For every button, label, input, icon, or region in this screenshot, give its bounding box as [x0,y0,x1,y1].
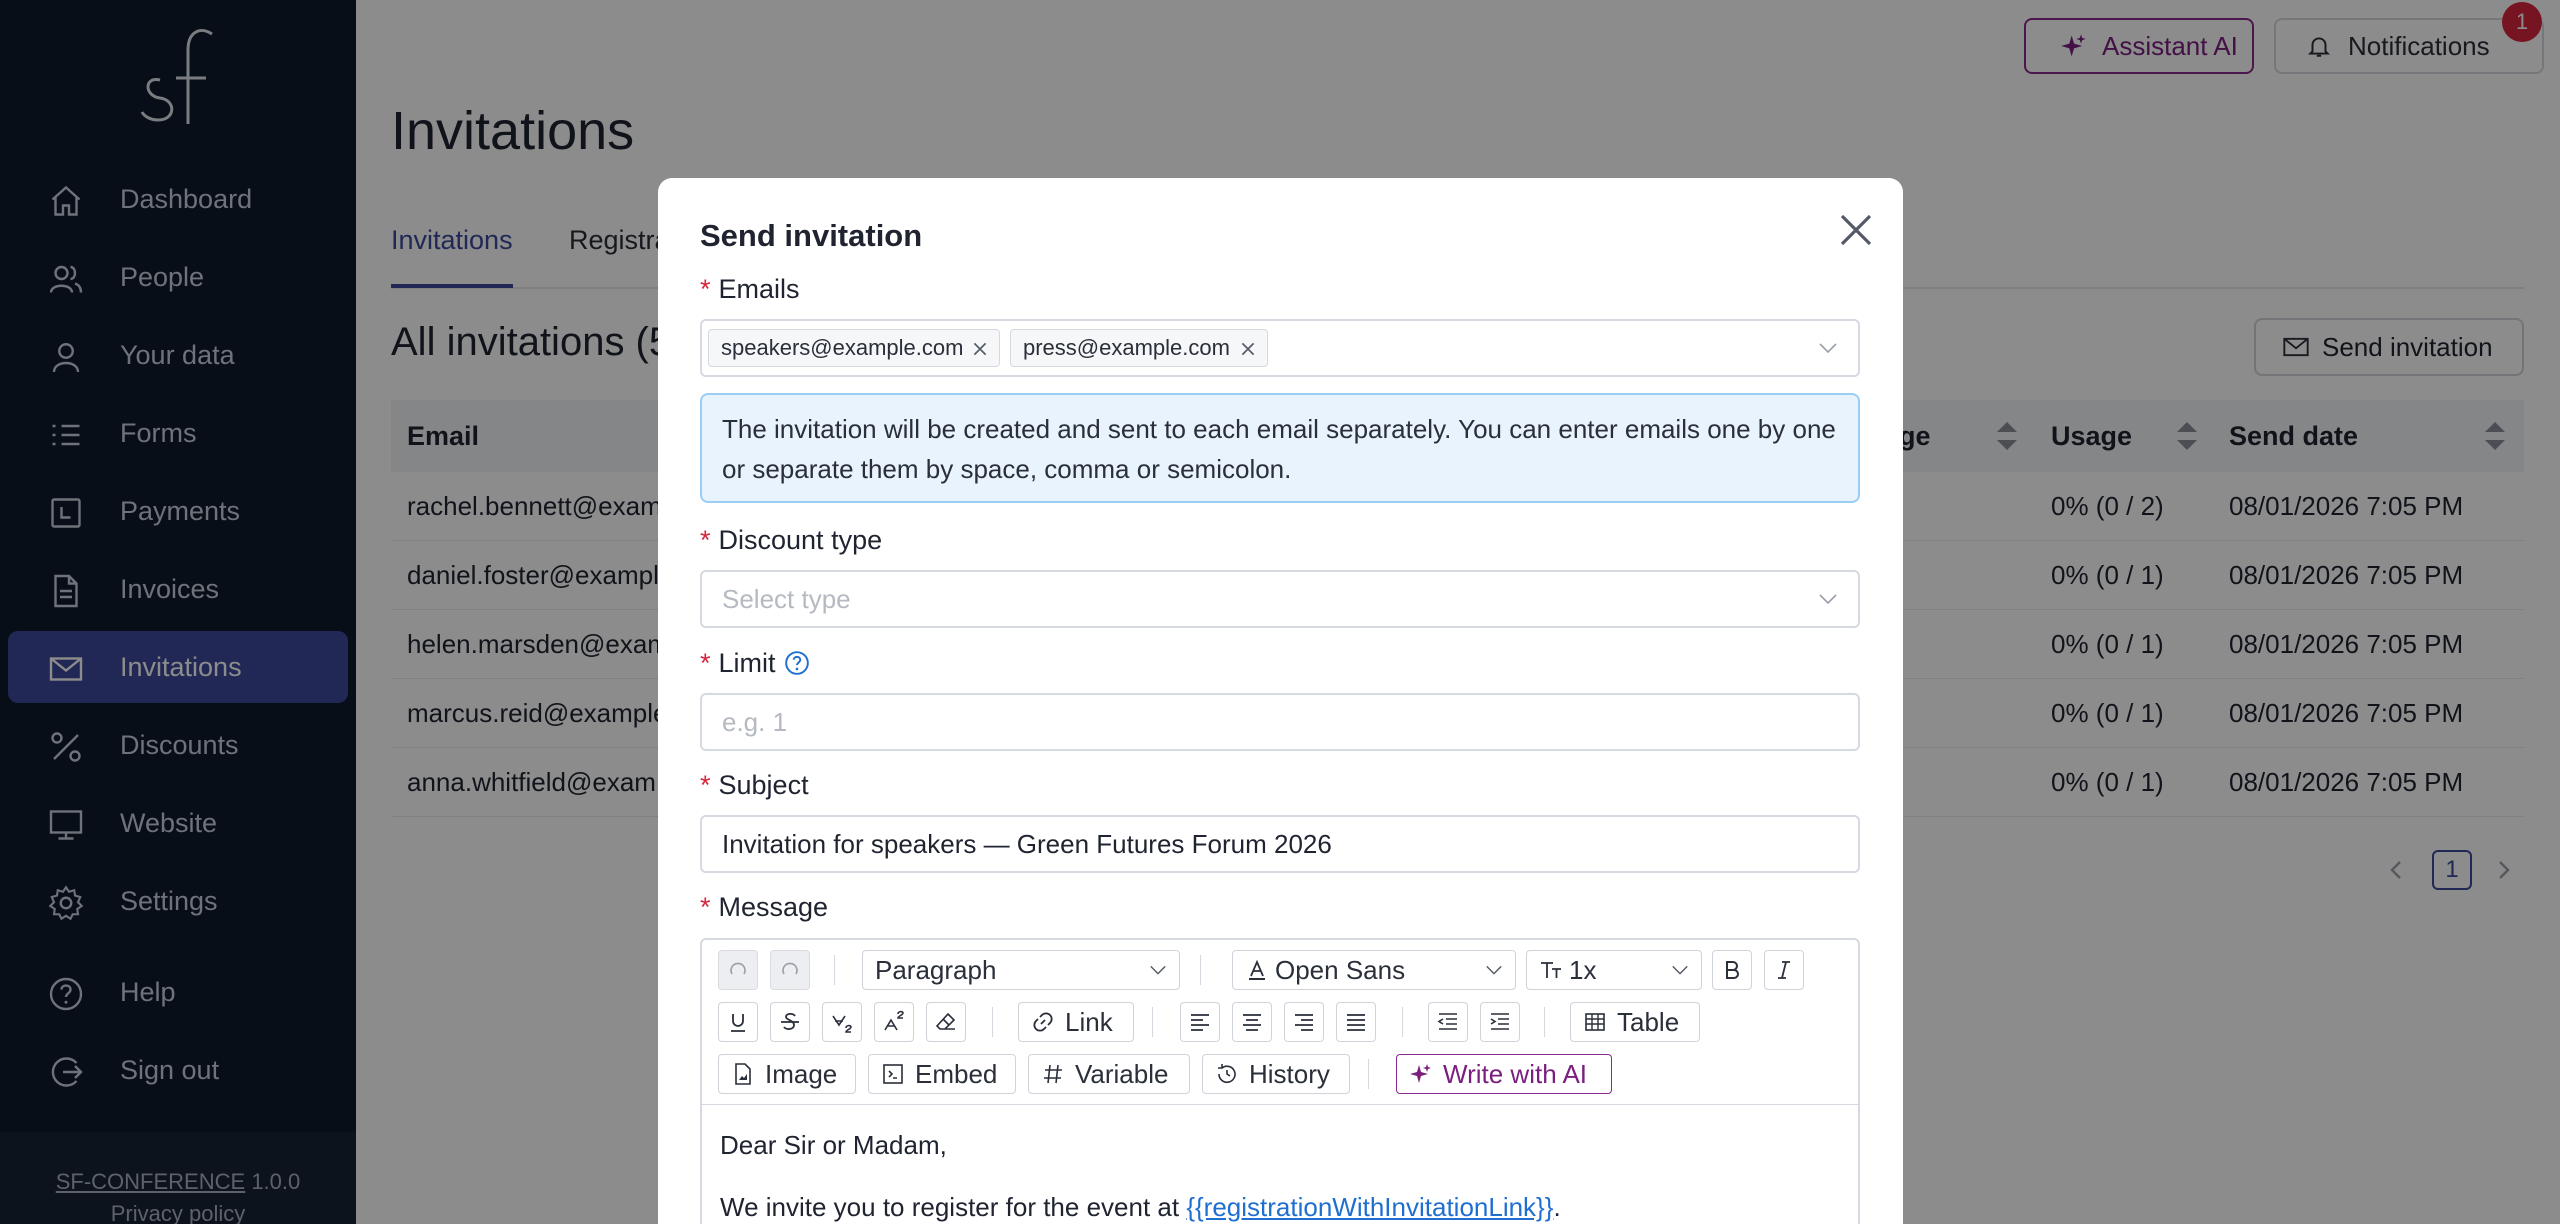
align-center-button[interactable] [1232,1002,1272,1042]
chevron-down-icon [1486,965,1502,975]
history-button[interactable]: History [1202,1054,1350,1094]
strikethrough-button[interactable] [770,1002,810,1042]
send-invitation-modal: Send invitation * Emails speakers@example… [658,178,1903,1224]
discount-type-select[interactable]: Select type [700,570,1860,628]
close-icon[interactable] [973,342,987,356]
subject-input[interactable]: Invitation for speakers — Green Futures … [700,815,1860,873]
embed-icon [883,1064,903,1084]
underline-button[interactable] [718,1002,758,1042]
strikethrough-icon [781,1012,799,1030]
emails-info-box: The invitation will be created and sent … [700,393,1860,503]
write-with-ai-button[interactable]: Write with AI [1396,1054,1612,1094]
close-icon[interactable] [1241,342,1255,356]
italic-button[interactable] [1764,950,1804,990]
chevron-down-icon [1672,965,1688,975]
toolbar-divider [1152,1007,1153,1037]
subscript-button[interactable] [822,1002,862,1042]
close-icon[interactable] [1836,210,1876,250]
help-icon[interactable] [784,650,810,676]
limit-label: * Limit [700,648,810,679]
toolbar-divider [1200,955,1201,985]
text-size-icon [1541,962,1561,978]
subscript-icon [832,1015,852,1033]
align-center-icon [1243,1014,1261,1031]
image-button[interactable]: Image [718,1054,856,1094]
bold-button[interactable] [1712,950,1752,990]
emails-select[interactable]: speakers@example.com press@example.com [700,319,1860,377]
align-right-button[interactable] [1284,1002,1324,1042]
bold-icon [1726,961,1739,979]
history-icon [1218,1064,1236,1084]
eraser-icon [935,1012,956,1030]
undo-button[interactable] [718,950,758,990]
indent-button[interactable] [1480,1002,1520,1042]
required-asterisk: * [700,892,711,922]
discount-type-placeholder: Select type [722,584,851,614]
clear-format-button[interactable] [926,1002,966,1042]
font-color-icon [1249,959,1265,980]
link-icon [1033,1012,1053,1032]
outdent-button[interactable] [1428,1002,1468,1042]
redo-icon [782,962,798,975]
variable-button[interactable]: Variable [1028,1054,1190,1094]
sparkle-icon [1410,1064,1431,1083]
font-size-select[interactable]: 1x [1526,950,1702,990]
toolbar-divider [1368,1059,1369,1089]
toolbar-divider [834,955,835,985]
editor-divider [702,1104,1858,1105]
align-justify-button[interactable] [1336,1002,1376,1042]
message-label: * Message [700,892,829,922]
required-asterisk: * [700,648,711,678]
hash-icon [1044,1064,1062,1084]
align-left-icon [1191,1014,1209,1031]
undo-icon [730,962,746,975]
redo-button[interactable] [770,950,810,990]
align-left-button[interactable] [1180,1002,1220,1042]
modal-title: Send invitation [700,218,923,253]
font-family-select[interactable]: Open Sans [1232,950,1516,990]
emails-label: * Emails [700,274,800,304]
superscript-button[interactable] [874,1002,914,1042]
chevron-down-icon [1150,965,1166,975]
italic-icon [1778,961,1790,979]
table-icon [1585,1013,1605,1031]
underline-icon [731,1014,745,1032]
table-button[interactable]: Table [1570,1002,1700,1042]
required-asterisk: * [700,770,711,800]
toolbar-divider [992,1007,993,1037]
indent-icon [1490,1013,1509,1030]
link-button[interactable]: Link [1018,1002,1134,1042]
chevron-down-icon[interactable] [1818,592,1838,606]
subject-label: * Subject [700,770,809,800]
limit-placeholder: e.g. 1 [722,707,788,737]
chevron-down-icon[interactable] [1818,341,1838,355]
embed-button[interactable]: Embed [868,1054,1016,1094]
align-justify-icon [1347,1014,1365,1031]
required-asterisk: * [700,274,711,304]
email-tag: press@example.com [1010,329,1268,367]
outdent-icon [1437,1013,1457,1030]
toolbar-divider [1544,1007,1545,1037]
image-icon [735,1063,751,1085]
align-right-icon [1295,1014,1313,1031]
limit-input[interactable]: e.g. 1 [700,693,1860,751]
message-body-line[interactable]: We invite you to register for the event … [720,1192,1561,1223]
discount-type-label: * Discount type [700,525,883,555]
message-editor: Paragraph Open Sans 1x Link Table Image … [700,938,1860,1224]
message-body-line[interactable]: Dear Sir or Madam, [720,1130,947,1161]
toolbar-divider [1402,1007,1403,1037]
required-asterisk: * [700,525,711,555]
block-format-select[interactable]: Paragraph [862,950,1180,990]
email-tag: speakers@example.com [708,329,1000,367]
superscript-icon [884,1010,904,1031]
subject-value: Invitation for speakers — Green Futures … [722,829,1332,859]
registration-link-variable[interactable]: {{registrationWithInvitationLink}} [1186,1192,1553,1222]
